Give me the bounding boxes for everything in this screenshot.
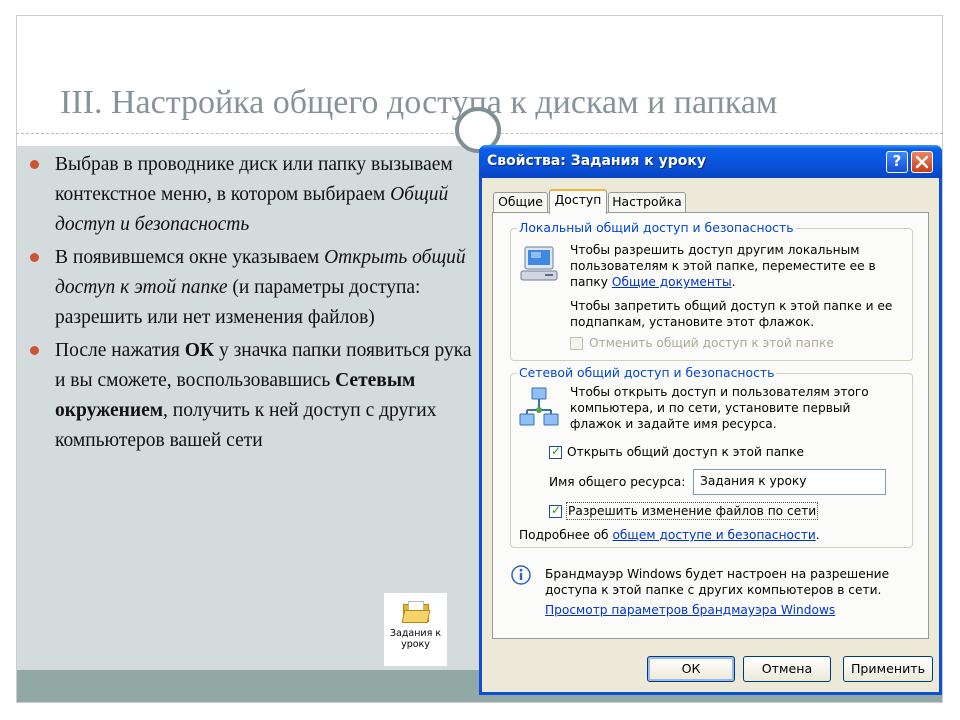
bullet-text: В появившемся окне указываем <box>55 247 325 268</box>
bullet-text: После нажатия <box>55 340 185 361</box>
local-text-line2: пользователям к этой папке, переместите … <box>570 259 876 273</box>
bullet-dot-icon <box>30 346 39 355</box>
local-group-legend: Локальный общий доступ и безопасность <box>517 220 796 235</box>
network-text-line1: Чтобы открыть доступ и пользователям это… <box>570 385 869 399</box>
local-text-line3: папку Общие документы. <box>570 274 735 290</box>
bullet-text: ОК <box>184 340 215 361</box>
slide-title: III. Настройка общего доступа к дискам и… <box>60 84 778 121</box>
share-name-input[interactable]: Задания к уроку <box>693 469 886 495</box>
apply-button[interactable]: Применить <box>843 656 933 682</box>
firewall-text-line2: доступа к этой папке с других компьютеро… <box>545 583 882 597</box>
computer-icon <box>520 246 558 281</box>
network-group-legend: Сетевой общий доступ и безопасность <box>517 365 777 380</box>
firewall-text-line1: Брандмауэр Windows будет настроен на раз… <box>545 567 890 581</box>
local-text-prefix: папку <box>570 275 612 289</box>
firewall-settings-link[interactable]: Просмотр параметров брандмауэра Windows <box>545 602 835 618</box>
folder-label-line2: уроку <box>401 639 430 650</box>
sharing-panel: Локальный общий доступ и безопасность Чт… <box>492 212 929 639</box>
more-info-suffix: . <box>815 528 820 542</box>
close-icon <box>915 155 929 169</box>
more-info-line: Подробнее об общем доступе и безопасност… <box>519 527 820 543</box>
properties-dialog: Свойства: Задания к уроку ? Общие Доступ… <box>479 145 942 695</box>
network-text-line3: флажок и задайте имя ресурса. <box>570 417 777 431</box>
allow-changes-label: Разрешить изменение файлов по сети <box>565 502 819 520</box>
shared-documents-link[interactable]: Общие документы <box>612 275 732 289</box>
bullet-item: Выбрав в проводнике диск или папку вызыв… <box>28 150 478 240</box>
local-text2-line2: подпапкам, установите этот флажок. <box>570 315 815 329</box>
bullet-item: В появившемся окне указываем Открыть общ… <box>28 243 478 333</box>
checkmark-icon: ✓ <box>551 503 562 517</box>
bullet-item: После нажатия ОК у значка папки появитьс… <box>28 336 478 456</box>
info-icon <box>511 565 531 585</box>
folder-label-line1: Задания к <box>389 628 442 639</box>
bullet-list: Выбрав в проводнике диск или папку вызыв… <box>28 150 478 459</box>
local-text-suffix: . <box>731 275 736 289</box>
bullet-dot-icon <box>30 253 39 262</box>
checkmark-icon: ✓ <box>551 444 562 458</box>
share-name-label: Имя общего ресурса: <box>549 475 686 489</box>
help-button[interactable]: ? <box>886 151 908 173</box>
folder-icon <box>401 601 430 623</box>
network-icon <box>519 387 559 426</box>
share-folder-checkbox[interactable]: ✓ <box>549 444 562 459</box>
dialog-titlebar[interactable]: Свойства: Задания к уроку ? <box>479 145 942 178</box>
dialog-title: Свойства: Задания к уроку <box>487 153 707 169</box>
tab-general[interactable]: Общие <box>493 192 548 212</box>
local-sharing-group: Локальный общий доступ и безопасность Чт… <box>510 220 913 361</box>
more-info-prefix: Подробнее об <box>519 528 613 542</box>
network-sharing-group: Сетевой общий доступ и безопасность Чтоб… <box>510 365 913 548</box>
sharing-security-link[interactable]: общем доступе и безопасности <box>612 528 815 542</box>
tab-customize[interactable]: Настройка <box>608 192 686 212</box>
local-text2-line1: Чтобы запретить общий доступ к этой папк… <box>570 299 893 313</box>
disable-sharing-label: Отменить общий доступ к этой папке <box>589 336 834 350</box>
bullet-dot-icon <box>30 160 39 169</box>
close-button[interactable] <box>911 151 933 173</box>
local-text-line1: Чтобы разрешить доступ другим локальным <box>570 243 860 257</box>
disable-sharing-checkbox <box>570 337 583 350</box>
share-folder-label: Открыть общий доступ к этой папке <box>567 445 805 459</box>
shared-folder-tile[interactable]: Задания к уроку <box>384 593 447 666</box>
allow-changes-checkbox[interactable]: ✓ <box>549 503 562 518</box>
tab-sharing[interactable]: Доступ <box>549 189 607 214</box>
ok-button[interactable]: ОК <box>647 656 735 682</box>
cancel-button[interactable]: Отмена <box>743 656 831 682</box>
network-text-line2: компьютера, и по сети, установите первый <box>570 401 851 415</box>
